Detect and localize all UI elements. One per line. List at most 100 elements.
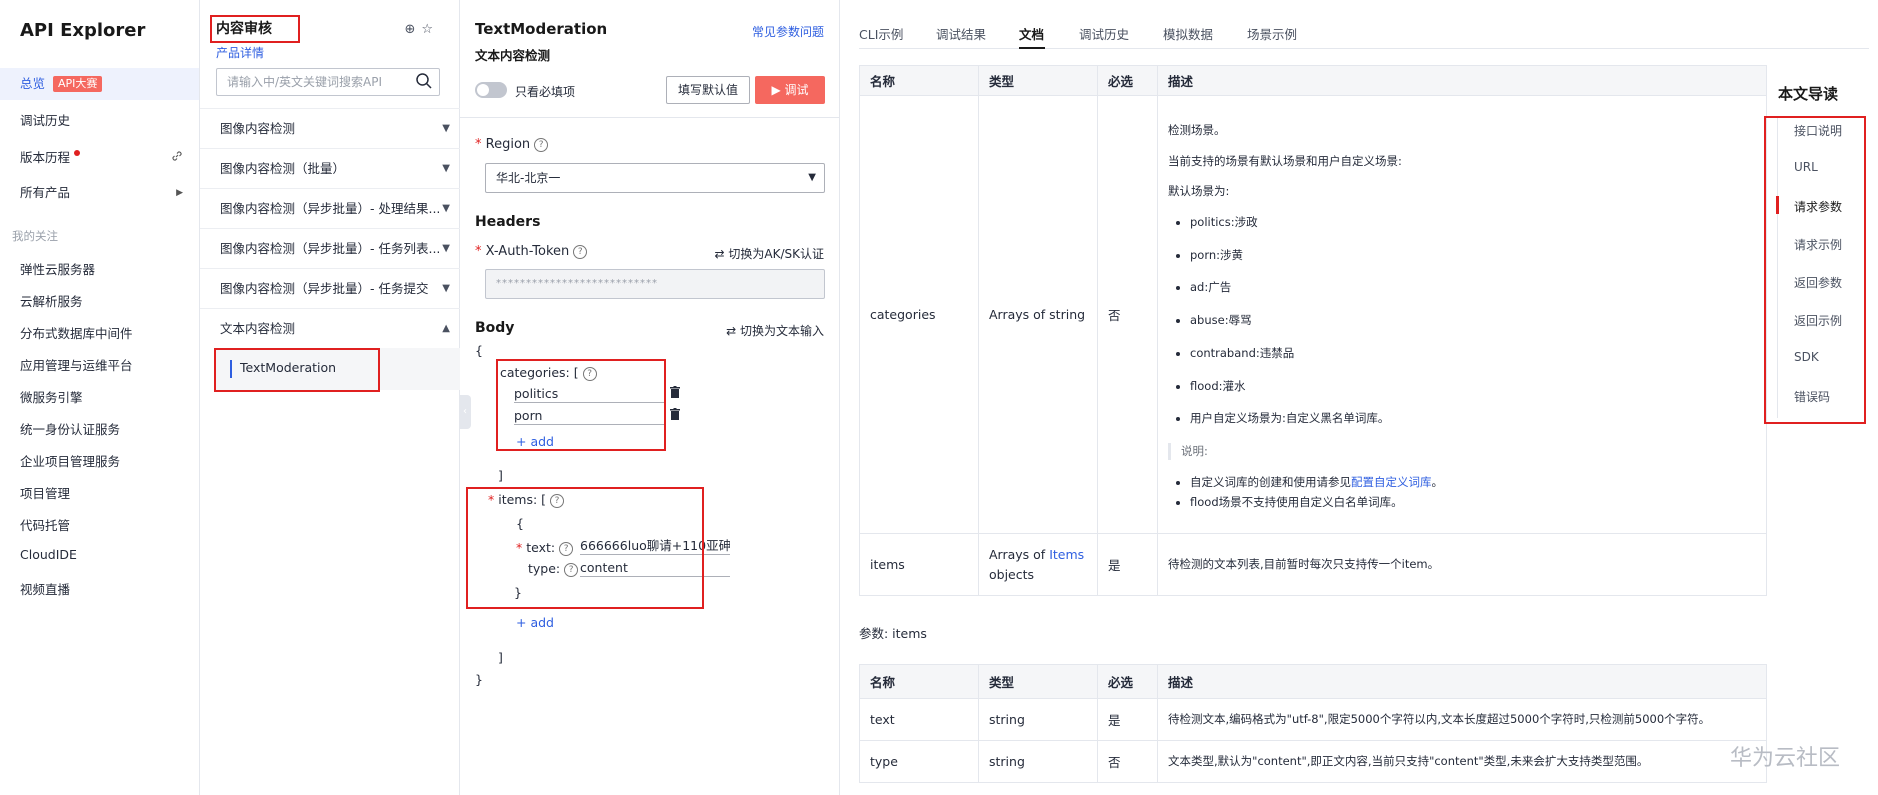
nav-debug-history[interactable]: 调试历史 bbox=[0, 105, 199, 137]
api-group[interactable]: 图像内容检测 ▼ bbox=[200, 108, 460, 148]
fav-item[interactable]: 云解析服务 bbox=[20, 291, 83, 310]
globe-icon[interactable]: ⊕ bbox=[404, 22, 421, 37]
desc-text: 当前支持的场景有默认场景和用户自定义场景: bbox=[1168, 153, 1402, 168]
nav-overview[interactable]: 总览 API大赛 bbox=[0, 68, 199, 100]
fav-item[interactable]: 应用管理与运维平台 bbox=[20, 355, 133, 374]
json-brace: } bbox=[475, 672, 483, 687]
config-dict-link[interactable]: 配置自定义词库 bbox=[1351, 475, 1432, 489]
desc-text: 默认场景为: bbox=[1168, 184, 1230, 199]
fav-item[interactable]: 微服务引擎 bbox=[20, 387, 83, 406]
add-item-button[interactable]: + add bbox=[516, 615, 554, 630]
required-only-label: 只看必填项 bbox=[515, 85, 576, 99]
fav-item[interactable]: 弹性云服务器 bbox=[20, 259, 95, 278]
api-group-expanded[interactable]: 文本内容检测 ▲ bbox=[200, 308, 460, 348]
region-select[interactable]: 华北-北京一 ▼ bbox=[485, 163, 825, 193]
note-label: 说明: bbox=[1168, 442, 1756, 460]
tab-debug-result[interactable]: 调试结果 bbox=[936, 24, 986, 43]
tab-cli-example[interactable]: CLI示例 bbox=[859, 24, 903, 43]
param-required: 是 bbox=[1097, 698, 1158, 741]
col-header: 名称 bbox=[859, 65, 979, 96]
col-header: 必选 bbox=[1097, 65, 1158, 96]
help-icon[interactable]: ? bbox=[534, 138, 549, 152]
switch-aksk-link[interactable]: ⇄ 切换为AK/SK认证 bbox=[715, 245, 824, 262]
table-header-row: 名称 类型 必选 描述 bbox=[859, 65, 1767, 96]
table-header-row: 名称 类型 必选 描述 bbox=[859, 664, 1767, 699]
tab-debug-history[interactable]: 调试历史 bbox=[1079, 24, 1129, 43]
product-detail-link[interactable]: 产品详情 bbox=[216, 44, 264, 61]
chevron-down-icon: ▼ bbox=[808, 172, 816, 183]
trash-icon[interactable] bbox=[670, 408, 680, 420]
tab-doc[interactable]: 文档 bbox=[1019, 24, 1044, 43]
desc-text: 检测场景。 bbox=[1168, 123, 1226, 138]
type-text: objects bbox=[989, 566, 1035, 582]
json-brace: { bbox=[475, 343, 483, 358]
fav-item[interactable]: 项目管理 bbox=[20, 483, 70, 502]
items-type-link[interactable]: Items bbox=[1049, 547, 1084, 562]
table-row: text string 是 待检测文本,编码格式为"utf-8",限定5000个… bbox=[859, 698, 1767, 741]
json-bracket: ] bbox=[498, 650, 503, 665]
caret-down-icon: ▼ bbox=[442, 243, 450, 254]
fav-item[interactable]: 代码托管 bbox=[20, 515, 70, 534]
tab-scenario-example[interactable]: 场景示例 bbox=[1247, 24, 1297, 43]
star-icon[interactable]: ☆ bbox=[421, 22, 439, 37]
api-search-input[interactable]: 请输入中/英文关键词搜索API bbox=[216, 68, 440, 96]
note-list: 自定义词库的创建和使用请参见配置自定义词库。 flood场景不支持使用自定义白名… bbox=[1190, 474, 1756, 511]
debug-button[interactable]: ▶ 调试 bbox=[755, 76, 825, 104]
highlight-box bbox=[210, 15, 300, 43]
highlight-box bbox=[1764, 116, 1866, 424]
fav-item[interactable]: 视频直播 bbox=[20, 579, 70, 598]
fav-item[interactable]: 分布式数据库中间件 bbox=[20, 323, 133, 342]
fav-item[interactable]: 企业项目管理服务 bbox=[20, 451, 120, 470]
fill-default-button[interactable]: 填写默认值 bbox=[666, 76, 750, 104]
api-list-panel: 内容审核 产品详情 ⊕☆ 请输入中/英文关键词搜索API 图像内容检测 ▼ 图像内… bbox=[200, 0, 460, 795]
search-icon[interactable] bbox=[415, 72, 433, 90]
fav-item[interactable]: CloudIDE bbox=[20, 547, 77, 562]
param-desc: 文本类型,默认为"content",即正文内容,当前只支持"content"类型… bbox=[1157, 740, 1767, 783]
list-item: 用户自定义场景为:自定义黑名单词库。 bbox=[1190, 410, 1756, 427]
api-group[interactable]: 图像内容检测（异步批量）- 任务提交 ▼ bbox=[200, 268, 460, 308]
api-group-label: 文本内容检测 bbox=[220, 321, 296, 336]
faq-link[interactable]: 常见参数问题 bbox=[752, 23, 824, 40]
scene-list: politics:涉政 porn:涉黄 ad:广告 abuse:辱骂 contr… bbox=[1190, 214, 1756, 427]
table-row: items Arrays of Items objects 是 待检测的文本列表,… bbox=[859, 533, 1767, 596]
highlight-box bbox=[466, 487, 704, 609]
toc-title: 本文导读 bbox=[1778, 85, 1839, 103]
nav-version-history[interactable]: 版本历程 bbox=[0, 142, 199, 174]
required-only-toggle[interactable] bbox=[475, 82, 507, 98]
fav-item[interactable]: 统一身份认证服务 bbox=[20, 419, 120, 438]
api-group[interactable]: 图像内容检测（异步批量）- 任务列表... ▼ bbox=[200, 228, 460, 268]
api-name: TextModeration bbox=[475, 20, 608, 38]
left-nav: API Explorer 总览 API大赛 调试历史 版本历程 所有产品 ▶ 我的… bbox=[0, 0, 200, 795]
auth-token-input[interactable]: *************************** bbox=[485, 269, 825, 299]
nav-debug-history-label: 调试历史 bbox=[20, 113, 71, 128]
swap-icon: ⇄ bbox=[726, 324, 740, 338]
json-bracket: ] bbox=[498, 468, 503, 483]
list-item: flood:灌水 bbox=[1190, 378, 1756, 395]
list-item: contraband:违禁品 bbox=[1190, 345, 1756, 362]
highlight-box bbox=[214, 348, 380, 392]
divider bbox=[460, 117, 840, 118]
app-title: API Explorer bbox=[20, 20, 146, 41]
switch-text-link[interactable]: ⇄ 切换为文本输入 bbox=[726, 322, 824, 339]
caret-down-icon: ▼ bbox=[442, 123, 450, 134]
switch-text-label: 切换为文本输入 bbox=[739, 324, 824, 338]
api-group[interactable]: 图像内容检测（批量） ▼ bbox=[200, 148, 460, 188]
param-desc: 检测场景。 当前支持的场景有默认场景和用户自定义场景: 默认场景为: polit… bbox=[1157, 95, 1767, 534]
param-name: categories bbox=[859, 95, 979, 534]
api-group[interactable]: 图像内容检测（异步批量）- 处理结果... ▼ bbox=[200, 188, 460, 228]
param-type: Arrays of Items objects bbox=[978, 533, 1098, 596]
api-group-label: 图像内容检测（异步批量）- 处理结果... bbox=[220, 201, 441, 216]
col-header: 名称 bbox=[859, 664, 979, 699]
col-header: 类型 bbox=[978, 65, 1098, 96]
help-icon[interactable]: ? bbox=[573, 245, 588, 259]
trash-icon[interactable] bbox=[670, 386, 680, 398]
region-label: * Region? bbox=[475, 137, 549, 152]
caret-down-icon: ▼ bbox=[442, 203, 450, 214]
param-type: Arrays of string bbox=[978, 95, 1098, 534]
tab-mock-data[interactable]: 模拟数据 bbox=[1163, 24, 1213, 43]
nav-all-products[interactable]: 所有产品 ▶ bbox=[0, 177, 199, 209]
param-name: text bbox=[859, 698, 979, 741]
caret-down-icon: ▼ bbox=[442, 163, 450, 174]
items-params-label: 参数: items bbox=[859, 626, 927, 641]
api-contest-badge[interactable]: API大赛 bbox=[53, 76, 103, 92]
